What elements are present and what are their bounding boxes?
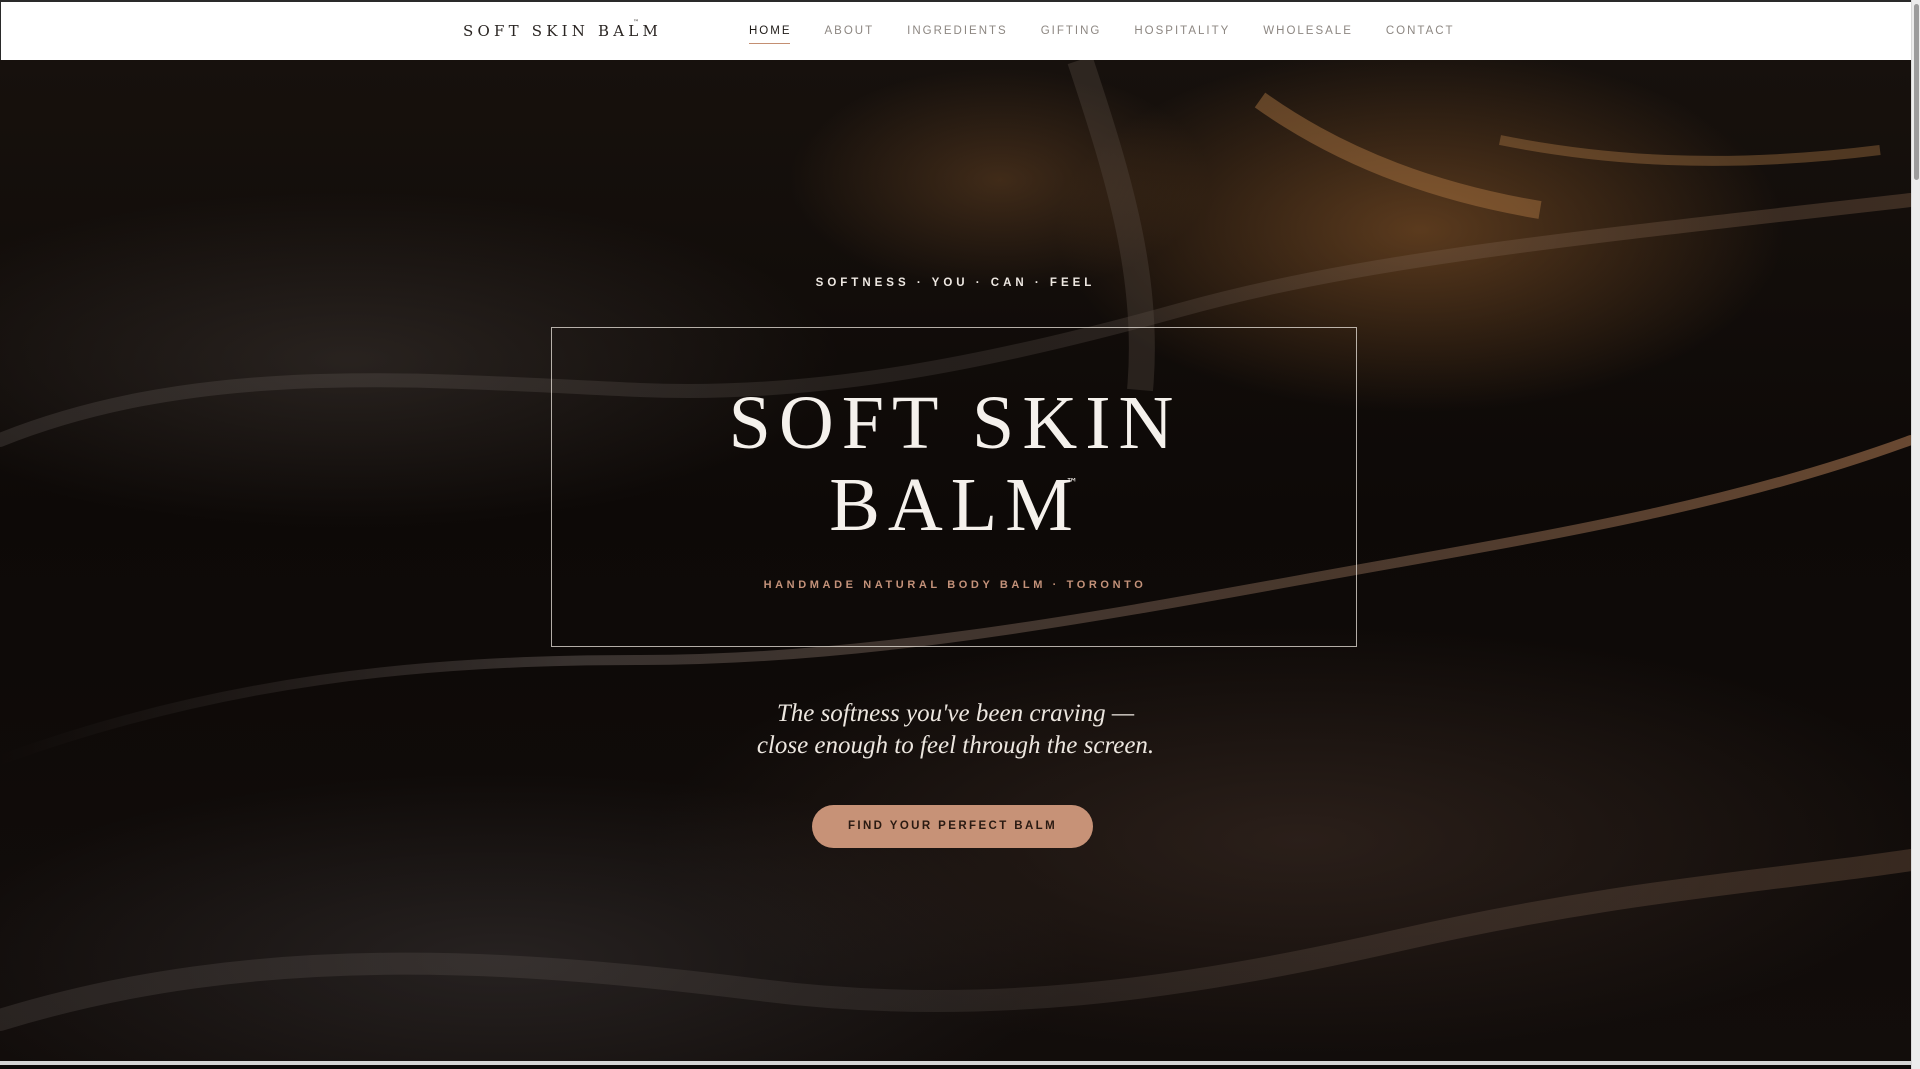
- scrollbar-thumb[interactable]: [1914, 4, 1919, 180]
- nav-about[interactable]: ABOUT: [825, 25, 875, 37]
- hero-tagline-line-1: The softness you've been craving —: [776, 700, 1135, 727]
- nav-home[interactable]: HOME: [749, 25, 792, 44]
- nav-gifting[interactable]: GIFTING: [1041, 25, 1102, 37]
- brand-trademark: ™: [633, 19, 639, 26]
- top-nav-bar: SOFT SKIN BALM ™ HOME ABOUT INGREDIENTS …: [0, 0, 1911, 60]
- nav-ingredients[interactable]: INGREDIENTS: [907, 25, 1008, 37]
- hero-title-trademark: ™: [1066, 476, 1078, 490]
- hero-tagline-line-2: close enough to feel through the screen.: [756, 732, 1155, 759]
- hero-title-line-2: BALM: [829, 463, 1081, 547]
- nav-hospitality[interactable]: HOSPITALITY: [1134, 25, 1230, 37]
- hero-title-line-1: SOFT SKIN: [728, 381, 1182, 465]
- hero-subline: HANDMADE NATURAL BODY BALM · TORONTO: [763, 579, 1147, 591]
- page-bottom-edge: [0, 1061, 1911, 1065]
- hero-title-frame: SOFT SKIN BALM ™ HANDMADE NATURAL BODY B…: [551, 327, 1357, 647]
- main-nav: HOME ABOUT INGREDIENTS GIFTING HOSPITALI…: [749, 25, 1455, 44]
- page-scrollbar[interactable]: [1911, 0, 1920, 1069]
- nav-contact[interactable]: CONTACT: [1386, 25, 1455, 37]
- hero-kicker: SOFTNESS · YOU · CAN · FEEL: [815, 277, 1096, 289]
- hero-tagline: The softness you've been craving — close…: [0, 698, 1911, 762]
- find-your-perfect-balm-button[interactable]: FIND YOUR PERFECT BALM: [812, 805, 1093, 848]
- hero-title: SOFT SKIN BALM: [552, 382, 1358, 546]
- nav-wholesale[interactable]: WHOLESALE: [1263, 25, 1353, 37]
- hero-section: SOFTNESS · YOU · CAN · FEEL SOFT SKIN BA…: [0, 60, 1911, 1065]
